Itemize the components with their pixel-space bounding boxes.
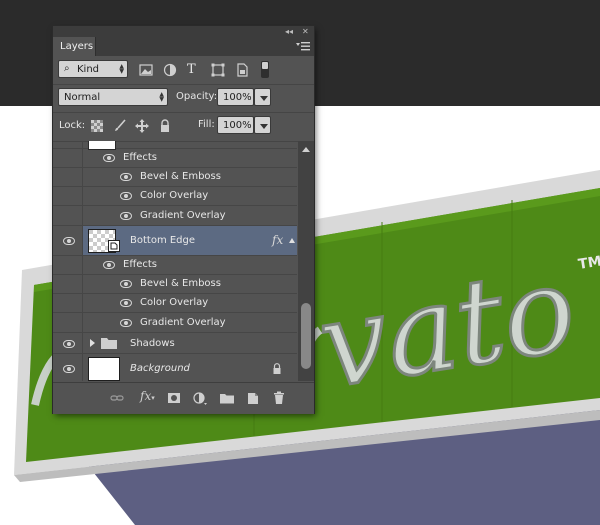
effect-label: Bevel & Emboss	[140, 171, 221, 182]
effect-row-gradient-overlay[interactable]: Gradient Overlay	[53, 313, 297, 333]
layer-list: Effects Bevel & Emboss Color Overlay Gra…	[53, 141, 297, 381]
collapse-effects-icon[interactable]	[289, 238, 295, 243]
tab-bar: Layers	[53, 37, 314, 56]
kind-filter-select[interactable]: ⌕ Kind ▲ ▼	[58, 60, 128, 78]
close-icon[interactable]: ✕	[302, 27, 309, 36]
effects-label: Effects	[123, 152, 157, 163]
effect-row-gradient-overlay[interactable]: Gradient Overlay	[53, 206, 297, 226]
layers-bottom-toolbar: fx▾	[53, 382, 314, 414]
opacity-label: Opacity:	[176, 91, 218, 102]
collapse-icon[interactable]: ◂◂	[285, 27, 293, 36]
effect-label: Bevel & Emboss	[140, 278, 221, 289]
eye-icon[interactable]	[103, 154, 115, 162]
updown-icon: ▲ ▼	[119, 63, 124, 75]
panel-title-strip: ◂◂ ✕	[53, 26, 314, 37]
folder-icon	[101, 338, 117, 349]
layer-row-bottom-edge[interactable]: Bottom Edge fx	[53, 226, 297, 256]
effect-row-bevel-emboss[interactable]: Bevel & Emboss	[53, 275, 297, 294]
layers-panel: ◂◂ ✕ Layers ⌕ Kind ▲ ▼ T Normal ▲ ▼ Opac…	[53, 26, 314, 414]
effect-label: Color Overlay	[140, 190, 209, 201]
tm-mark: TM	[577, 253, 600, 272]
layer-row-partial[interactable]	[53, 141, 297, 150]
effect-row-color-overlay[interactable]: Color Overlay	[53, 294, 297, 313]
lock-row: Lock: Fill: 100%	[53, 112, 314, 142]
lock-transparent-pixels-icon[interactable]	[91, 120, 103, 132]
new-layer-icon[interactable]	[246, 391, 260, 405]
add-layer-style-icon[interactable]: fx▾	[140, 389, 155, 403]
new-adjustment-layer-icon[interactable]	[193, 391, 207, 405]
kind-filter-value: Kind	[77, 64, 100, 75]
tab-layers-label: Layers	[60, 41, 94, 52]
blend-mode-select[interactable]: Normal ▲ ▼	[58, 88, 168, 106]
fill-slider-button[interactable]	[254, 116, 271, 134]
opacity-slider-button[interactable]	[254, 88, 271, 106]
eye-icon[interactable]	[63, 365, 75, 373]
fill-value: 100%	[223, 120, 252, 131]
eye-icon[interactable]	[120, 280, 132, 288]
scroll-up-arrow-icon[interactable]	[302, 147, 310, 152]
effects-label: Effects	[123, 259, 157, 270]
effect-label: Gradient Overlay	[140, 210, 226, 221]
lock-all-icon[interactable]	[158, 119, 172, 133]
layer-row-background[interactable]: Background	[53, 354, 297, 381]
layer-thumbnail	[88, 357, 120, 381]
eye-icon[interactable]	[120, 319, 132, 327]
fx-badge-icon[interactable]: fx	[272, 233, 283, 247]
layer-row-shadows-group[interactable]: Shadows	[53, 333, 297, 354]
expand-arrow-icon[interactable]	[90, 339, 95, 347]
link-layers-icon[interactable]	[110, 391, 124, 405]
lock-image-pixels-brush-icon[interactable]	[113, 119, 127, 133]
layer-name: Bottom Edge	[130, 235, 196, 246]
adjustment-filter-icon[interactable]	[163, 63, 177, 77]
lock-label: Lock:	[59, 120, 86, 131]
layer-name: Shadows	[130, 338, 175, 349]
eye-icon[interactable]	[120, 299, 132, 307]
fill-label: Fill:	[198, 119, 215, 130]
effects-row[interactable]: Effects	[53, 256, 297, 275]
smart-object-badge-icon	[108, 240, 120, 252]
blend-mode-value: Normal	[64, 92, 101, 103]
effect-row-color-overlay[interactable]: Color Overlay	[53, 187, 297, 206]
filter-toggle-switch[interactable]	[261, 61, 269, 78]
effect-row-bevel-emboss[interactable]: Bevel & Emboss	[53, 168, 297, 187]
search-icon: ⌕	[64, 63, 70, 74]
new-group-folder-icon[interactable]	[220, 391, 234, 405]
smart-object-filter-icon[interactable]	[235, 63, 249, 77]
delete-layer-trash-icon[interactable]	[272, 391, 286, 405]
effects-row[interactable]: Effects	[53, 149, 297, 168]
shape-filter-icon[interactable]	[211, 63, 225, 77]
opacity-value: 100%	[223, 92, 252, 103]
tab-layers[interactable]: Layers	[53, 37, 96, 56]
type-filter-icon[interactable]: T	[187, 62, 196, 77]
layer-name: Background	[130, 363, 190, 374]
fill-input[interactable]: 100%	[217, 116, 254, 134]
add-mask-icon[interactable]	[167, 391, 181, 405]
lock-icon	[273, 363, 281, 374]
layer-list-scrollbar[interactable]	[298, 141, 314, 381]
eye-icon[interactable]	[103, 261, 115, 269]
eye-icon[interactable]	[120, 192, 132, 200]
eye-icon[interactable]	[63, 237, 75, 245]
filter-row: ⌕ Kind ▲ ▼ T	[53, 56, 314, 85]
panel-menu-icon[interactable]	[296, 41, 310, 51]
blend-row: Normal ▲ ▼ Opacity: 100%	[53, 84, 314, 113]
scrollbar-thumb[interactable]	[301, 303, 311, 369]
lock-position-move-icon[interactable]	[135, 119, 149, 133]
eye-icon[interactable]	[63, 340, 75, 348]
updown-icon: ▲ ▼	[159, 91, 164, 103]
eye-icon[interactable]	[120, 212, 132, 220]
opacity-input[interactable]: 100%	[217, 88, 254, 106]
image-filter-icon[interactable]	[139, 63, 153, 77]
effect-label: Gradient Overlay	[140, 317, 226, 328]
eye-icon[interactable]	[120, 173, 132, 181]
effect-label: Color Overlay	[140, 297, 209, 308]
